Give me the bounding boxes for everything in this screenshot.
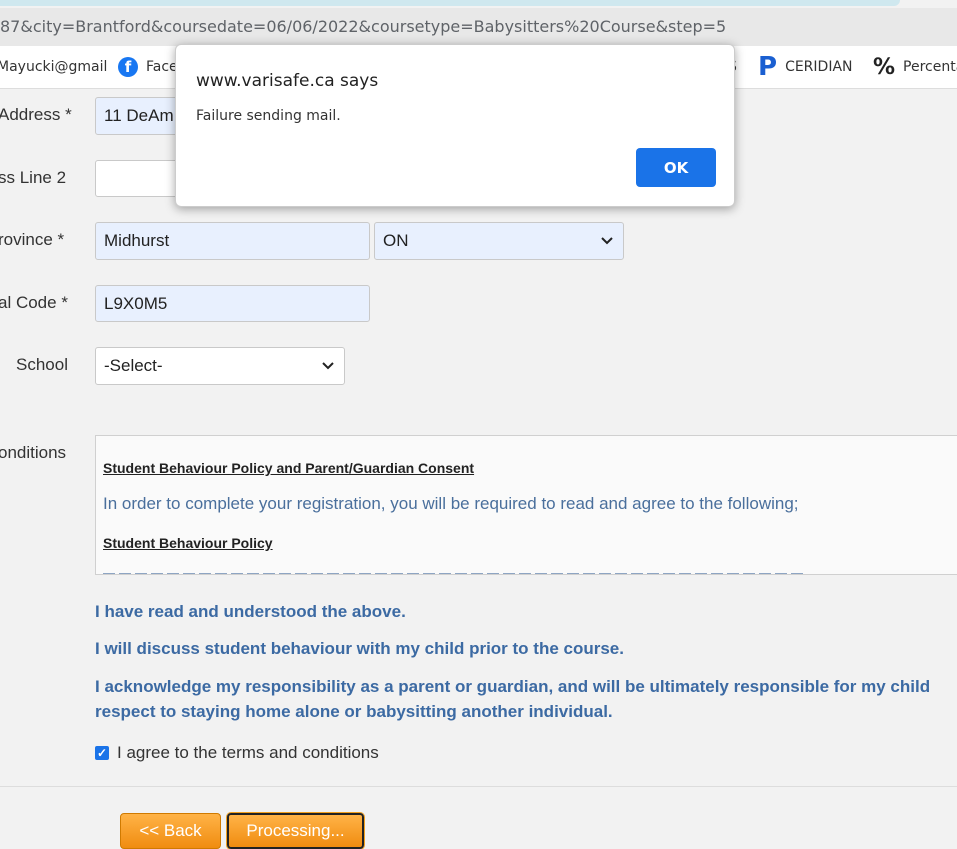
bookmark-label: Mayucki@gmail xyxy=(0,59,108,75)
school-select[interactable]: -Select- xyxy=(95,347,345,385)
terms-heading: Student Behaviour Policy and Parent/Guar… xyxy=(103,460,475,476)
dialog-title: www.varisafe.ca says xyxy=(196,71,379,91)
bookmark-ceridian[interactable]: P CERIDIAN xyxy=(758,46,853,88)
bookmark-facebook[interactable]: f Face xyxy=(118,46,178,88)
school-label: School xyxy=(16,355,68,374)
alert-dialog: www.varisafe.ca says Failure sending mai… xyxy=(175,44,735,207)
dialog-message: Failure sending mail. xyxy=(196,108,341,124)
terms-intro: In order to complete your registration, … xyxy=(103,494,799,513)
url-text: 87&city=Brantford&coursedate=06/06/2022&… xyxy=(0,17,727,36)
processing-button[interactable]: Processing... xyxy=(227,813,364,849)
agree-label: I agree to the terms and conditions xyxy=(117,743,379,762)
terms-cut-off-text xyxy=(103,569,803,574)
bookmark-label: CERIDIAN xyxy=(785,59,853,75)
bookmark-label: Percenta xyxy=(903,59,957,75)
address-value: 11 DeAm xyxy=(104,106,174,125)
ack-read: I have read and understood the above. xyxy=(95,602,406,621)
chevron-down-icon xyxy=(322,362,334,370)
city-input[interactable]: Midhurst xyxy=(95,222,370,260)
bookmark-percentage[interactable]: % Percenta xyxy=(873,46,957,88)
ceridian-p-icon: P xyxy=(758,52,778,82)
ack-discuss: I will discuss student behaviour with my… xyxy=(95,639,624,658)
agree-checkbox[interactable]: ✓ xyxy=(95,746,109,760)
percent-icon: % xyxy=(873,54,896,80)
address-line2-label: ss Line 2 xyxy=(0,168,67,187)
province-select[interactable]: ON xyxy=(374,222,624,260)
address-label: Address * xyxy=(0,105,72,124)
divider xyxy=(0,786,957,787)
facebook-icon: f xyxy=(118,57,138,77)
ok-button[interactable]: OK xyxy=(636,148,716,187)
terms-subheading: Student Behaviour Policy xyxy=(103,535,273,551)
postal-code-label: al Code * xyxy=(0,293,68,312)
terms-scroll-box[interactable]: Student Behaviour Policy and Parent/Guar… xyxy=(95,435,957,575)
postal-code-input[interactable]: L9X0M5 xyxy=(95,285,370,322)
postal-code-value: L9X0M5 xyxy=(104,293,168,313)
agree-row: ✓ I agree to the terms and conditions xyxy=(95,743,379,763)
conditions-label: onditions xyxy=(0,443,67,462)
browser-top-accent xyxy=(0,0,900,6)
chevron-down-icon xyxy=(601,237,613,245)
ack-responsibility-cont: respect to staying home alone or babysit… xyxy=(95,702,613,721)
bookmark-mayucki[interactable]: Mayucki@gmail xyxy=(0,46,107,88)
address-bar[interactable]: 87&city=Brantford&coursedate=06/06/2022&… xyxy=(0,8,957,46)
city-value: Midhurst xyxy=(104,231,170,250)
province-label: rovince * xyxy=(0,230,65,249)
bookmark-label: Face xyxy=(146,59,178,75)
school-value: -Select- xyxy=(104,356,163,375)
back-button[interactable]: << Back xyxy=(120,813,221,849)
ack-responsibility: I acknowledge my responsibility as a par… xyxy=(95,677,931,696)
province-value: ON xyxy=(383,231,409,250)
